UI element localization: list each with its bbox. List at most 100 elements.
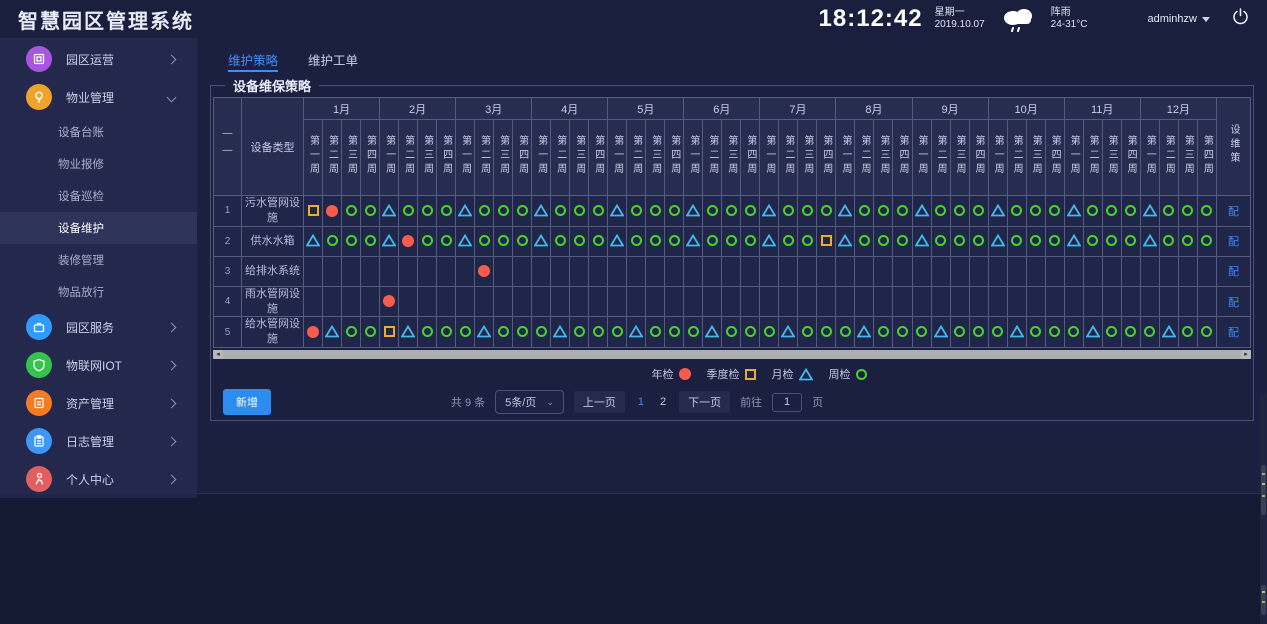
weekly-check-symbol (1087, 235, 1098, 246)
weekly-check-symbol (593, 205, 604, 216)
user-menu[interactable]: adminhzw (1147, 13, 1210, 25)
weekly-check-symbol (878, 235, 889, 246)
device-type: 供水水箱 (242, 226, 304, 256)
schedule-cell (361, 196, 380, 227)
sidebar-subitem[interactable]: 物品放行 (0, 276, 197, 308)
schedule-cell (684, 196, 703, 227)
sidebar-item-profile[interactable]: 个人中心 (0, 460, 197, 498)
monthly-check-symbol (838, 204, 852, 217)
schedule-cell (1159, 226, 1178, 256)
schedule-cell (532, 317, 551, 348)
scroll-left-icon[interactable]: ◂ (213, 350, 223, 359)
schedule-cell (1083, 317, 1102, 348)
schedule-cell (1197, 317, 1216, 348)
schedule-cell (1140, 256, 1159, 286)
schedule-cell (1083, 196, 1102, 227)
sidebar-subitem[interactable]: 设备巡检 (0, 180, 197, 212)
table-row: 5给水管网设施配 (214, 317, 1251, 348)
schedule-cell (855, 286, 874, 317)
sidebar-item-park-service[interactable]: 园区服务 (0, 308, 197, 346)
add-button[interactable]: 新增 (223, 389, 271, 415)
schedule-cell (893, 286, 912, 317)
sidebar-subitem-label: 物业报修 (58, 156, 104, 172)
sidebar-item-asset-management[interactable]: 资产管理 (0, 384, 197, 422)
tab[interactable]: 维护工单 (308, 50, 358, 72)
configure-link[interactable]: 配 (1228, 206, 1239, 218)
iot-icon (26, 352, 52, 378)
weekly-check-symbol (1125, 235, 1136, 246)
schedule-cell (665, 196, 684, 227)
sidebar-subitem[interactable]: 物业报修 (0, 148, 197, 180)
schedule-cell (1159, 196, 1178, 227)
month-header: 11月 (1064, 98, 1140, 120)
page-size-select[interactable]: 5条/页⌄ (495, 390, 564, 414)
total-count: 共 9 条 (451, 394, 485, 410)
schedule-cell (1178, 317, 1197, 348)
schedule-cell (589, 286, 608, 317)
monthly-check-symbol (382, 234, 396, 247)
schedule-cell (950, 226, 969, 256)
sidebar: 园区运营 物业管理 设备台账 物业报修 设备巡检 设备维护 装修管理 物品放行 (0, 38, 197, 497)
configure-cell: 配 (1217, 286, 1251, 317)
username: adminhzw (1147, 13, 1197, 25)
schedule-cell (475, 196, 494, 227)
goto-page-input[interactable] (772, 393, 802, 412)
configure-link[interactable]: 配 (1228, 266, 1239, 278)
schedule-cell (1045, 286, 1064, 317)
schedule-cell (437, 256, 456, 286)
schedule-cell (684, 286, 703, 317)
schedule-cell (798, 196, 817, 227)
configure-link[interactable]: 配 (1228, 327, 1239, 339)
schedule-cell (304, 256, 323, 286)
sidebar-item-iot[interactable]: 物联网IOT (0, 346, 197, 384)
sidebar-subitem[interactable]: 设备维护 (0, 212, 197, 244)
edge-scrollbar[interactable] (1260, 393, 1267, 624)
scrollbar-thumb[interactable] (223, 350, 1241, 359)
sidebar-subitem[interactable]: 装修管理 (0, 244, 197, 276)
next-page-button[interactable]: 下一页 (679, 391, 730, 413)
weekly-check-symbol (1049, 326, 1060, 337)
week-header: 第一周 (684, 120, 703, 196)
weekly-check-symbol (1087, 205, 1098, 216)
scroll-right-icon[interactable]: ▸ (1241, 350, 1251, 359)
schedule-cell (931, 196, 950, 227)
page-number-1[interactable]: 1 (635, 396, 647, 408)
page-number-2[interactable]: 2 (657, 396, 669, 408)
configure-link[interactable]: 配 (1228, 236, 1239, 248)
weekly-check-symbol (574, 326, 585, 337)
sidebar-item-park-operation[interactable]: 园区运营 (0, 40, 197, 78)
weekly-check-symbol (555, 235, 566, 246)
schedule-cell (1102, 226, 1121, 256)
configure-link[interactable]: 配 (1228, 297, 1239, 309)
monthly-check-symbol (1067, 204, 1081, 217)
weekly-check-symbol (992, 326, 1003, 337)
weekly-check-symbol (954, 326, 965, 337)
sidebar-item-log-management[interactable]: 日志管理 (0, 422, 197, 460)
weekly-check-symbol (1049, 205, 1060, 216)
power-icon[interactable] (1232, 8, 1249, 30)
weekly-check-symbol (1030, 326, 1041, 337)
sidebar-subitem[interactable]: 设备台账 (0, 116, 197, 148)
schedule-cell (475, 256, 494, 286)
prev-page-button[interactable]: 上一页 (574, 391, 625, 413)
schedule-cell (1159, 317, 1178, 348)
week-header: 第一周 (836, 120, 855, 196)
sidebar-item-property-management[interactable]: 物业管理 (0, 78, 197, 116)
schedule-cell (703, 317, 722, 348)
schedule-cell (665, 286, 684, 317)
tab[interactable]: 维护策略 (228, 50, 278, 72)
week-header: 第二周 (399, 120, 418, 196)
date-block: 星期一 2019.10.07 (935, 7, 985, 32)
goto-label: 前往 (740, 394, 762, 410)
week-header: 第二周 (1007, 120, 1026, 196)
horizontal-scrollbar[interactable]: ◂ ▸ (213, 350, 1251, 359)
schedule-cell (1121, 196, 1140, 227)
schedule-cell (1007, 256, 1026, 286)
schedule-cell (1197, 196, 1216, 227)
configure-cell: 配 (1217, 226, 1251, 256)
week-header: 第二周 (703, 120, 722, 196)
schedule-cell (494, 317, 513, 348)
month-header: 7月 (760, 98, 836, 120)
weekly-check-symbol (346, 235, 357, 246)
schedule-cell (912, 196, 931, 227)
